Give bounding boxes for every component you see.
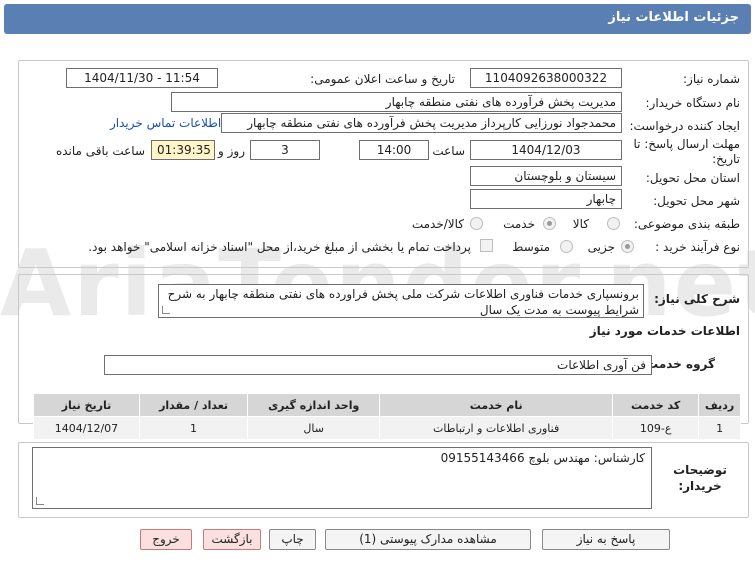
cell-row: 1 [698, 416, 741, 440]
city-field: چابهار [470, 189, 622, 209]
days-remaining-field: 3 [250, 140, 320, 160]
process-radio-medium[interactable] [560, 240, 573, 253]
treasury-payment-note: پرداخت تمام یا بخشی از مبلغ خرید،از محل … [88, 240, 471, 254]
cell-date: 1404/12/07 [33, 416, 140, 440]
deadline-time-field: 14:00 [359, 140, 429, 160]
remaining-time-field: 01:39:35 [151, 140, 215, 160]
back-button[interactable]: بازگشت [203, 529, 261, 550]
cell-code: ع-109 [611, 416, 700, 440]
col-unit-header: واحد اندازه گیری [247, 393, 381, 417]
summary-label: شرح کلی نیاز: [654, 292, 740, 306]
service-group-label: گروه خدمت: [641, 357, 715, 371]
page-title: جزئیات اطلاعات نیاز [608, 10, 739, 25]
need-number-label: شماره نیاز: [683, 72, 740, 86]
col-row-header: ردیف [698, 393, 741, 417]
cell-qty: 1 [138, 416, 249, 440]
page-header: جزئیات اطلاعات نیاز [4, 4, 751, 34]
col-code-header: کد خدمت [611, 393, 700, 417]
deadline-label: مهلت ارسال پاسخ: تا تاریخ: [633, 137, 740, 166]
province-label: استان محل تحویل: [645, 171, 740, 185]
notes-textarea[interactable]: کارشناس: مهندس بلوچ 09155143466 [32, 447, 652, 509]
creator-label: ایجاد کننده درخواست: [629, 119, 740, 133]
buyer-org-field: مدیریت پخش فرآورده های نفتی منطقه چابهار [171, 92, 622, 112]
treasury-payment-checkbox[interactable] [480, 239, 493, 252]
category-radio-goods-service[interactable] [470, 217, 483, 230]
process-radio-minor[interactable] [621, 240, 634, 253]
creator-field: محمدجواد نورزایی کارپرداز مدیریت پخش فرآ… [221, 113, 622, 133]
announce-date-field: 1404/11/30 - 11:54 [66, 68, 218, 88]
process-option-minor: جزیی [587, 240, 615, 254]
announce-date-label: تاریخ و ساعت اعلان عمومی: [310, 72, 455, 86]
province-field: سیستان و بلوچستان [470, 166, 622, 186]
col-qty-header: تعداد / مقدار [138, 393, 249, 417]
table-row: 1 ع-109 فناوری اطلاعات و ارتباطات سال 1 … [33, 416, 741, 440]
deadline-date-field: 1404/12/03 [470, 140, 622, 160]
cell-name: فناوری اطلاعات و ارتباطات [379, 416, 613, 440]
service-group-field: فن آوری اطلاعات [104, 355, 652, 375]
services-table: ردیف کد خدمت نام خدمت واحد اندازه گیری ت… [33, 393, 741, 440]
notes-text: کارشناس: مهندس بلوچ 09155143466 [440, 451, 645, 465]
process-type-label: نوع فرآیند خرید : [655, 240, 740, 254]
summary-text: برونسپاری خدمات فناوری اطلاعات شرکت ملی … [167, 287, 639, 317]
notes-label: توضیحات خریدار: [673, 463, 727, 493]
summary-resize-handle[interactable] [162, 306, 170, 314]
need-number-field: 1104092638000322 [470, 68, 622, 88]
category-radio-goods[interactable] [607, 217, 620, 230]
print-button[interactable]: چاپ [269, 529, 316, 550]
category-radio-service[interactable] [543, 217, 556, 230]
col-name-header: نام خدمت [379, 393, 613, 417]
deadline-time-label: ساعت [432, 144, 465, 158]
summary-textarea[interactable]: برونسپاری خدمات فناوری اطلاعات شرکت ملی … [158, 284, 644, 318]
category-option-service: خدمت [503, 217, 535, 231]
services-section-title: اطلاعات خدمات مورد نیاز [589, 324, 740, 338]
exit-button[interactable]: خروج [140, 529, 192, 550]
remaining-time-label: ساعت باقی مانده [55, 144, 145, 158]
services-table-header: ردیف کد خدمت نام خدمت واحد اندازه گیری ت… [33, 393, 741, 417]
days-label: روز و [218, 144, 245, 158]
cell-unit: سال [247, 416, 381, 440]
notes-resize-handle[interactable] [36, 497, 44, 505]
category-option-goods-service: کالا/خدمت [411, 217, 464, 231]
category-option-goods: کالا [572, 217, 589, 231]
col-date-header: تاریخ نیاز [33, 393, 140, 417]
process-option-medium: متوسط [512, 240, 550, 254]
view-attachments-button[interactable]: مشاهده مدارک پیوستی (1) [325, 529, 531, 550]
reply-to-need-button[interactable]: پاسخ به نیاز [542, 529, 670, 550]
category-label: طبقه بندی موضوعی: [633, 217, 740, 231]
buyer-org-label: نام دستگاه خریدار: [645, 96, 741, 110]
buyer-contact-link[interactable]: اطلاعات تماس خریدار [110, 116, 221, 130]
city-label: شهر محل تحویل: [653, 194, 740, 208]
